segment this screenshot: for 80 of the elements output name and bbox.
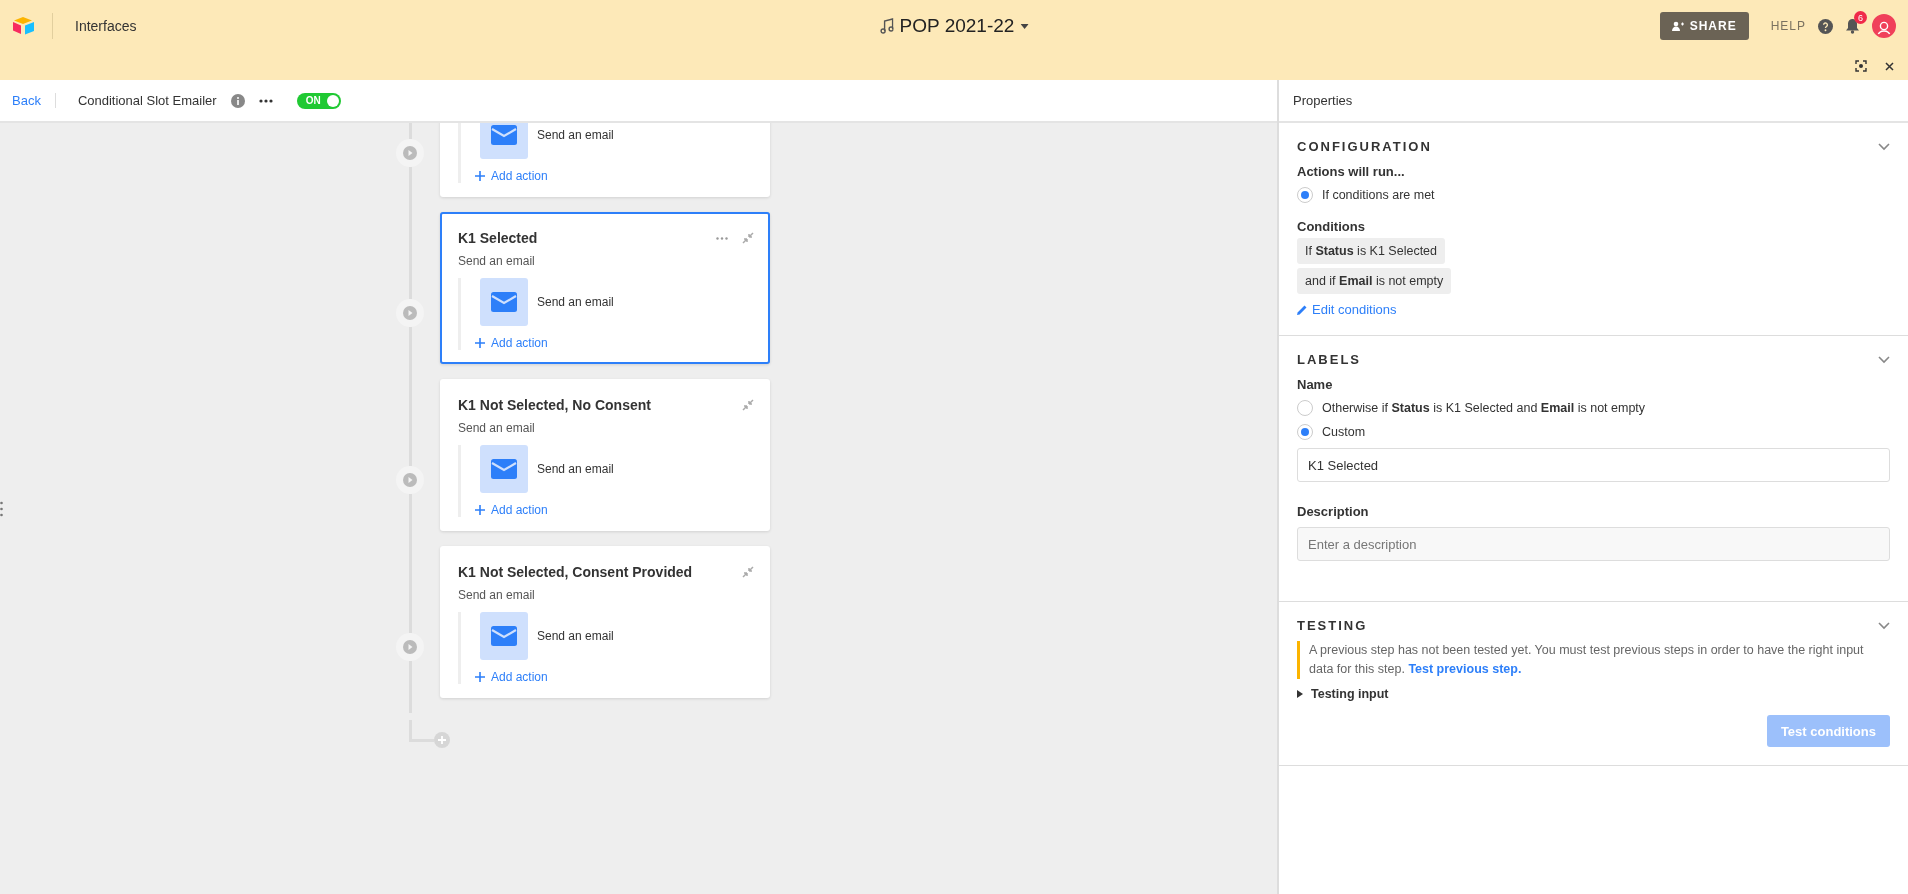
- branch-card[interactable]: K1 Not Selected, No Consent Send an email Send an email Add action: [440, 379, 770, 531]
- action-tile[interactable]: [480, 612, 528, 660]
- chevron-down-icon[interactable]: [1878, 355, 1890, 364]
- plus-icon: [475, 338, 485, 348]
- action-tile[interactable]: [480, 278, 528, 326]
- field-label: Description: [1297, 504, 1370, 519]
- branch-title: K1 Selected: [458, 230, 538, 246]
- radio-label: If conditions are met: [1322, 188, 1435, 202]
- plus-icon: [475, 171, 485, 181]
- section-heading: CONFIGURATION: [1297, 139, 1432, 154]
- action-label[interactable]: Send an email: [537, 629, 614, 643]
- section-heading: TESTING: [1297, 618, 1368, 633]
- branch-card[interactable]: K1 Not Selected, Consent Provided Send an email Send an email Add action: [440, 546, 770, 698]
- collapse-icon[interactable]: [742, 566, 754, 578]
- description-input-field[interactable]: Enter a description: [1297, 527, 1890, 561]
- edit-conditions-link[interactable]: Edit conditions: [1297, 302, 1890, 317]
- branch-subtitle: Send an email: [458, 588, 536, 602]
- condition-chip: If Status is K1 Selected: [1297, 238, 1445, 264]
- section-heading: LABELS: [1297, 352, 1361, 367]
- play-node-icon[interactable]: [396, 465, 424, 494]
- branch-title: K1 Not Selected, No Consent: [458, 397, 651, 413]
- section-name: Interfaces: [75, 18, 137, 34]
- triangle-right-icon: [1297, 690, 1303, 698]
- help-icon[interactable]: [1818, 18, 1833, 34]
- notification-count: 6: [1854, 11, 1867, 24]
- people-icon: [1671, 21, 1684, 31]
- envelope-icon: [491, 292, 517, 312]
- action-label[interactable]: Send an email: [537, 295, 614, 309]
- music-note-icon: [879, 18, 894, 34]
- branch-title: K1 Not Selected, Consent Provided: [458, 564, 693, 580]
- field-label: Name: [1297, 377, 1334, 392]
- branch-subtitle: Send an email: [458, 254, 536, 268]
- envelope-icon: [491, 459, 517, 479]
- test-previous-step-link[interactable]: Test previous step.: [1408, 662, 1522, 676]
- play-node-icon[interactable]: [396, 138, 424, 167]
- name-input-field[interactable]: K1 Selected: [1297, 448, 1890, 482]
- branch-card[interactable]: K1 Selected Send an email Send an email Add action: [440, 212, 770, 364]
- action-tile[interactable]: [480, 445, 528, 493]
- envelope-icon: [491, 125, 517, 145]
- avatar[interactable]: [1872, 14, 1896, 38]
- more-icon[interactable]: [258, 98, 273, 103]
- base-title[interactable]: POP 2021-22: [899, 15, 1015, 37]
- field-label: Conditions: [1297, 219, 1366, 234]
- condition-chip: and if Email is not empty: [1297, 268, 1452, 294]
- pencil-icon: [1297, 304, 1307, 315]
- play-node-icon[interactable]: [396, 298, 424, 327]
- add-action-link[interactable]: Add action: [475, 503, 754, 517]
- envelope-icon: [491, 626, 517, 646]
- automation-name: Conditional Slot Emailer: [77, 93, 217, 108]
- radio-label: Otherwise if Status is K1 Selected and Email is not empty: [1322, 401, 1646, 415]
- radio-label: Custom: [1322, 425, 1366, 439]
- chevron-down-icon[interactable]: [1878, 621, 1890, 630]
- add-action-link[interactable]: Add action: [475, 336, 754, 350]
- help-link[interactable]: HELP: [1770, 19, 1806, 33]
- collapse-icon[interactable]: [742, 232, 754, 244]
- field-label: Actions will run...: [1297, 164, 1406, 179]
- close-icon[interactable]: [1885, 61, 1894, 71]
- branch-subtitle: Send an email: [458, 421, 536, 435]
- plus-icon: [475, 672, 485, 682]
- warning-message: A previous step has not been tested yet. You must test previous steps in order to have the right input data for this step. Test previous step.: [1297, 641, 1890, 679]
- branch-card[interactable]: Send an email Add action: [440, 123, 770, 197]
- action-label[interactable]: Send an email: [537, 462, 614, 476]
- drag-handle-icon[interactable]: [0, 500, 3, 517]
- add-action-link[interactable]: Add action: [475, 169, 754, 183]
- focus-icon[interactable]: [1855, 60, 1867, 72]
- play-node-icon[interactable]: [396, 632, 424, 661]
- info-icon[interactable]: [230, 93, 245, 108]
- chevron-down-icon[interactable]: [1878, 142, 1890, 151]
- plus-icon: [475, 505, 485, 515]
- caret-icon[interactable]: [1020, 23, 1029, 29]
- add-action-link[interactable]: Add action: [475, 670, 754, 684]
- action-tile[interactable]: [480, 123, 528, 159]
- bell-icon[interactable]: [1845, 18, 1860, 34]
- share-button[interactable]: SHARE: [1659, 12, 1749, 40]
- logo-icon[interactable]: [12, 16, 36, 36]
- back-link[interactable]: Back: [12, 93, 56, 108]
- panel-title: Properties: [1279, 80, 1908, 123]
- action-label[interactable]: Send an email: [537, 128, 614, 142]
- testing-input-toggle[interactable]: Testing input: [1297, 687, 1890, 701]
- collapse-icon[interactable]: [742, 399, 754, 411]
